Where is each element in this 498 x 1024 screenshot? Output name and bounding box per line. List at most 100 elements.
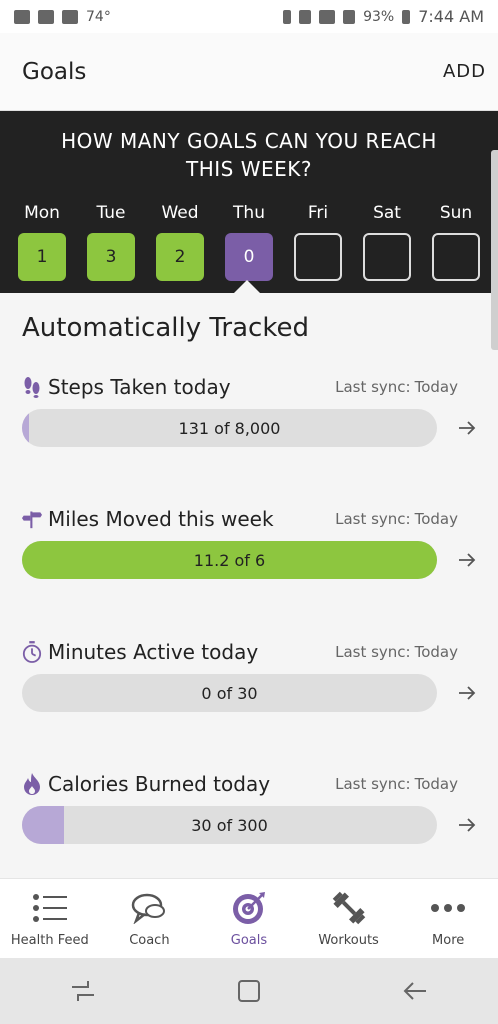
app-bar: Goals ADD [0, 33, 498, 111]
arrow-right-icon[interactable] [457, 815, 477, 835]
progress-bar: 30 of 300 [22, 806, 437, 844]
last-sync: Last sync: Today [335, 378, 458, 396]
arrow-right-icon[interactable] [457, 550, 477, 570]
last-sync: Last sync: Today [335, 510, 458, 528]
day-count-box[interactable]: 0 [225, 233, 273, 281]
day-name: Fri [307, 203, 329, 223]
nav-more[interactable]: More [399, 879, 498, 948]
day-mon[interactable]: Mon 1 [14, 203, 70, 281]
back-icon[interactable] [395, 971, 435, 1011]
add-button[interactable]: ADD [443, 61, 486, 82]
progress-text: 0 of 30 [201, 683, 258, 703]
goal-header: Calories Burned today Last sync: Today [22, 772, 482, 796]
goal-label: Miles Moved this week [48, 507, 274, 531]
day-count-box[interactable]: 1 [18, 233, 66, 281]
goal-card-calories[interactable]: Calories Burned today Last sync: Today 3… [0, 772, 498, 882]
battery-icon [402, 9, 411, 24]
bottom-nav: Health Feed Coach Goals Workouts More [0, 878, 498, 959]
status-bar: 74° 93% 7:44 AM [0, 0, 498, 33]
message-icon [14, 9, 30, 24]
page-title: Goals [22, 58, 87, 85]
goal-label: Calories Burned today [48, 772, 271, 796]
day-count-box[interactable] [432, 233, 480, 281]
goal-card-miles[interactable]: Miles Moved this week Last sync: Today 1… [0, 507, 498, 617]
chat-bubbles-icon [130, 889, 168, 927]
day-count-box[interactable] [294, 233, 342, 281]
progress-bar: 0 of 30 [22, 674, 437, 712]
sync-value: Today [414, 775, 458, 793]
day-tue[interactable]: Tue 3 [83, 203, 139, 281]
section-title: Automatically Tracked [22, 313, 309, 343]
progress-text: 30 of 300 [191, 815, 268, 835]
temperature: 74° [86, 8, 111, 25]
day-fri[interactable]: Fri [290, 203, 346, 281]
weekly-question: HOW MANY GOALS CAN YOU REACH THIS WEEK? [61, 129, 437, 181]
mute-icon [299, 9, 312, 24]
nav-label: Goals [230, 933, 268, 948]
status-left: 74° [14, 9, 111, 25]
goal-label-group: Minutes Active today [22, 640, 258, 664]
sync-label: Last sync: [335, 643, 411, 661]
today-pointer [233, 280, 261, 294]
day-sat[interactable]: Sat [359, 203, 415, 281]
dumbbell-icon [330, 889, 368, 927]
goal-header: Minutes Active today Last sync: Today [22, 640, 482, 664]
day-name: Tue [96, 203, 126, 223]
system-nav-bar [0, 958, 498, 1024]
nav-workouts[interactable]: Workouts [299, 879, 398, 948]
arrow-right-icon[interactable] [457, 683, 477, 703]
nav-health-feed[interactable]: Health Feed [0, 879, 99, 948]
flame-icon [22, 772, 42, 796]
bluetooth-icon [283, 9, 292, 24]
day-name: Wed [161, 203, 199, 223]
target-icon [230, 889, 268, 927]
sync-value: Today [414, 378, 458, 396]
day-row: Mon 1 Tue 3 Wed 2 Thu 0 Fri Sat Sun [14, 203, 484, 281]
day-count-box[interactable] [363, 233, 411, 281]
day-name: Sat [373, 203, 401, 223]
arrow-right-icon[interactable] [457, 418, 477, 438]
sync-label: Last sync: [335, 510, 411, 528]
progress-text: 11.2 of 6 [193, 550, 266, 570]
goal-header: Miles Moved this week Last sync: Today [22, 507, 482, 531]
home-icon[interactable] [229, 971, 269, 1011]
day-name: Thu [233, 203, 265, 223]
last-sync: Last sync: Today [335, 643, 458, 661]
goal-label: Minutes Active today [48, 640, 259, 664]
nav-label: Coach [129, 933, 170, 948]
weekly-goals-banner: HOW MANY GOALS CAN YOU REACH THIS WEEK? … [0, 111, 498, 293]
last-sync: Last sync: Today [335, 775, 458, 793]
day-wed[interactable]: Wed 2 [152, 203, 208, 281]
nav-label: Health Feed [10, 933, 89, 948]
day-sun[interactable]: Sun [428, 203, 484, 281]
progress-bar: 11.2 of 6 [22, 541, 437, 579]
goal-card-minutes[interactable]: Minutes Active today Last sync: Today 0 … [0, 640, 498, 750]
day-thu[interactable]: Thu 0 [221, 203, 277, 281]
stopwatch-icon [22, 640, 42, 664]
battery-percent: 93% [363, 8, 395, 25]
goal-header: Steps Taken today Last sync: Today [22, 375, 482, 399]
nav-coach[interactable]: Coach [100, 879, 199, 948]
sync-label: Last sync: [335, 378, 411, 396]
day-count-box[interactable]: 2 [156, 233, 204, 281]
scroll-edge-hint [491, 150, 498, 350]
list-icon [31, 889, 69, 927]
day-count-box[interactable]: 3 [87, 233, 135, 281]
nav-label: More [432, 933, 465, 948]
nav-label: Workouts [318, 933, 379, 948]
signpost-icon [22, 507, 42, 531]
goal-card-steps[interactable]: Steps Taken today Last sync: Today 131 o… [0, 375, 498, 485]
goal-label: Steps Taken today [48, 375, 231, 399]
progress-text: 131 of 8,000 [178, 418, 281, 438]
recent-apps-icon[interactable] [63, 971, 103, 1011]
signal-icon [343, 9, 356, 24]
goal-label-group: Miles Moved this week [22, 507, 274, 531]
footsteps-icon [22, 375, 42, 399]
more-dots-icon [429, 889, 467, 927]
goal-label-group: Steps Taken today [22, 375, 231, 399]
day-name: Sun [439, 203, 473, 223]
sync-label: Last sync: [335, 775, 411, 793]
progress-bar: 131 of 8,000 [22, 409, 437, 447]
nav-goals[interactable]: Goals [199, 879, 298, 948]
sync-value: Today [414, 643, 458, 661]
